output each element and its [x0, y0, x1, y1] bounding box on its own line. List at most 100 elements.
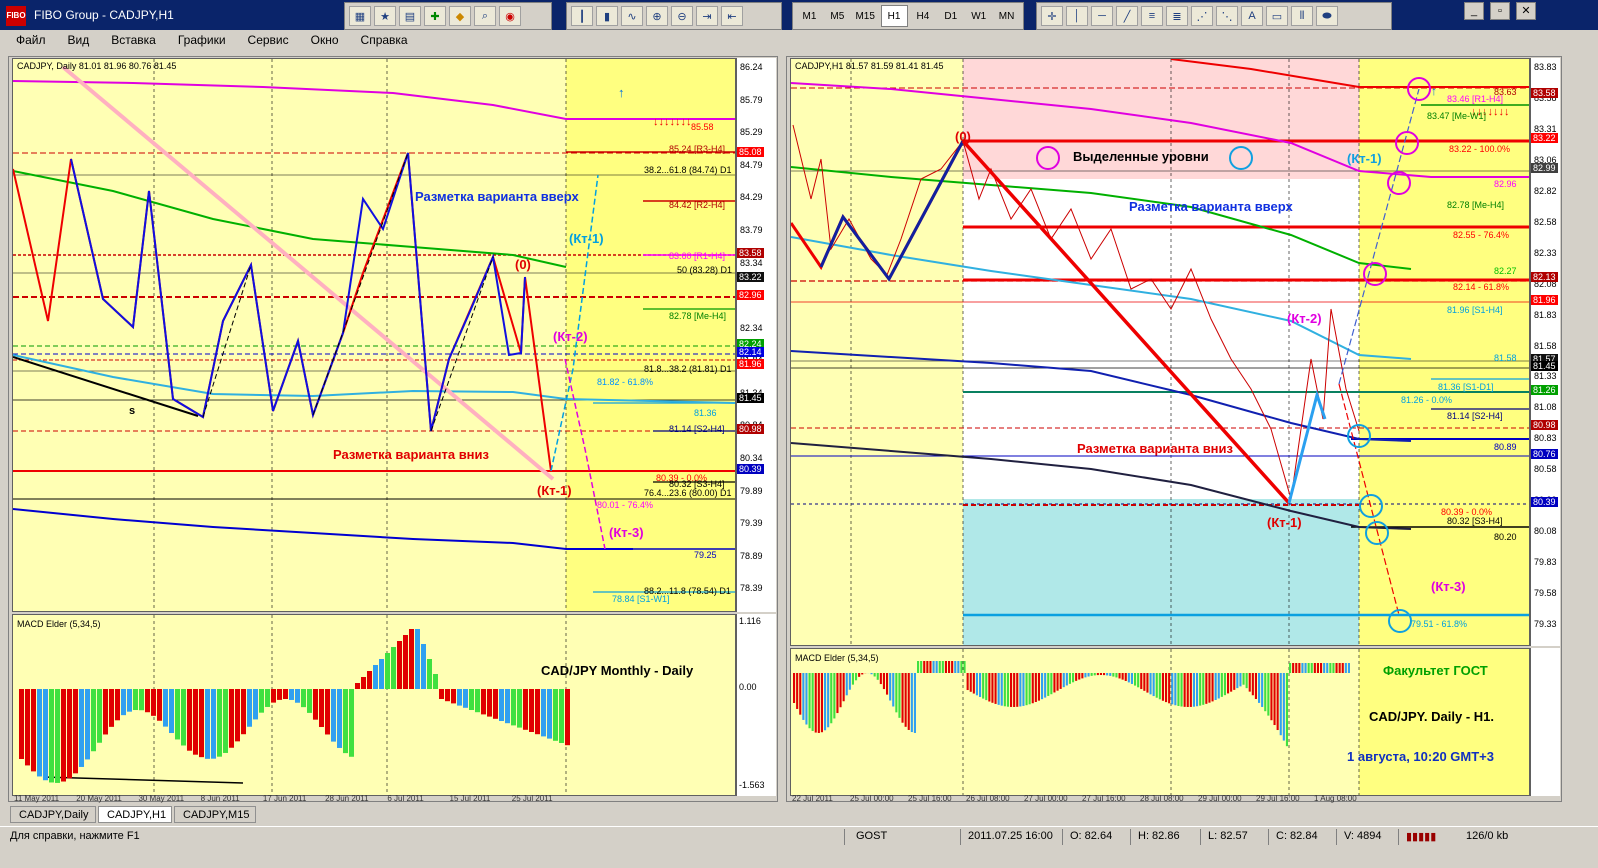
- macd-bar: [1099, 673, 1102, 676]
- macd-bar: [271, 689, 276, 703]
- macd-bar: [820, 673, 823, 733]
- macd-bar: [349, 689, 354, 757]
- macd-bar: [283, 689, 288, 700]
- new-order-icon[interactable]: ✚: [424, 6, 446, 26]
- timeframe-h1[interactable]: H1: [880, 5, 908, 27]
- chart-shift-icon[interactable]: ⇤: [721, 6, 743, 26]
- autoscroll-icon[interactable]: ⇥: [696, 6, 718, 26]
- macd-bar: [1205, 673, 1208, 704]
- horizontal-line-icon[interactable]: ─: [1091, 6, 1113, 26]
- timeframe-m15[interactable]: M15: [853, 6, 878, 26]
- minimize-icon[interactable]: _: [1464, 2, 1484, 20]
- line-chart-icon[interactable]: ∿: [621, 6, 643, 26]
- macd-bar: [1124, 673, 1127, 681]
- expert-advisors-icon[interactable]: ◆: [449, 6, 471, 26]
- level-label: 81.36: [694, 408, 717, 418]
- macd-bar: [19, 689, 24, 759]
- macd-bar: [988, 673, 991, 702]
- trendline-icon[interactable]: ╱: [1116, 6, 1138, 26]
- macd-bar: [277, 689, 282, 700]
- macd-bar: [855, 673, 858, 681]
- menu-view[interactable]: Вид: [68, 33, 90, 47]
- menu-help[interactable]: Справка: [361, 33, 408, 47]
- right-price-chart[interactable]: ↑ ↓↓↓↓↓↓↓ CADJPY,H1 81.57 81.59 81.41 81…: [790, 58, 1530, 646]
- macd-bar: [1050, 673, 1053, 695]
- level-label: 80.32 [S3-H4]: [1447, 516, 1503, 526]
- profiles-icon[interactable]: ★: [374, 6, 396, 26]
- macd-bar: [944, 661, 947, 673]
- status-profile: GOST: [856, 830, 888, 842]
- fibo-fan-icon[interactable]: ⋱: [1216, 6, 1238, 26]
- menu-window[interactable]: Окно: [311, 33, 339, 47]
- tab-cadjpy-h1[interactable]: CADJPY,H1: [98, 806, 172, 823]
- level-label: 82.27: [1494, 266, 1517, 276]
- macd-bar: [1022, 673, 1025, 706]
- level-label: 81.36 [S1-D1]: [1438, 382, 1494, 392]
- timeframe-d1[interactable]: D1: [938, 6, 963, 26]
- macd-bar: [898, 673, 901, 718]
- restore-icon[interactable]: ▫: [1490, 2, 1510, 20]
- price-tick: 80.34: [740, 453, 763, 464]
- market-watch-icon[interactable]: ▤: [399, 6, 421, 26]
- tab-cadjpy-m15[interactable]: CADJPY,M15: [174, 806, 256, 823]
- menu-insert[interactable]: Вставка: [111, 33, 156, 47]
- zoom-out-icon[interactable]: ⊖: [671, 6, 693, 26]
- macd-bar: [1171, 673, 1174, 705]
- navigator-icon[interactable]: ⌕: [474, 6, 496, 26]
- close-icon[interactable]: ✕: [1516, 2, 1536, 20]
- text-icon[interactable]: A: [1241, 6, 1263, 26]
- macd-bar: [966, 673, 969, 691]
- time-tick: 28 Jun 2011: [325, 794, 369, 803]
- status-high: H: 82.86: [1138, 830, 1180, 842]
- vertical-line-icon[interactable]: │: [1066, 6, 1088, 26]
- menu-charts[interactable]: Графики: [178, 33, 226, 47]
- zoom-in-icon[interactable]: ⊕: [646, 6, 668, 26]
- timeframe-w1[interactable]: W1: [966, 6, 991, 26]
- timeframe-m1[interactable]: M1: [797, 6, 822, 26]
- gann-icon[interactable]: ⋰: [1191, 6, 1213, 26]
- candlestick-icon[interactable]: ▮: [596, 6, 618, 26]
- tab-cadjpy-daily[interactable]: CADJPY,Daily: [10, 806, 96, 823]
- macd-bar: [895, 673, 898, 713]
- new-chart-icon[interactable]: ▦: [349, 6, 371, 26]
- menu-file[interactable]: Файл: [16, 33, 46, 47]
- macd-bar: [873, 673, 876, 677]
- label-icon[interactable]: ▭: [1266, 6, 1288, 26]
- macd-bar: [793, 673, 796, 703]
- price-highlight: 81.45: [1531, 361, 1558, 371]
- price-tick: 79.83: [1534, 557, 1557, 568]
- price-tick: 79.58: [1534, 588, 1557, 599]
- timeframe-mn[interactable]: MN: [994, 6, 1019, 26]
- macd-bar: [1078, 673, 1081, 680]
- bar-chart-icon[interactable]: ┃: [571, 6, 593, 26]
- fibo-time-icon[interactable]: ⫴: [1291, 6, 1313, 26]
- macd-bar: [451, 689, 456, 704]
- timeframe-h4[interactable]: H4: [911, 6, 936, 26]
- macd-bar: [235, 689, 240, 742]
- right-price-axis[interactable]: 83.8383.5883.3183.0682.8282.5882.3382.08…: [1530, 58, 1560, 646]
- price-highlight: 85.08: [737, 147, 764, 157]
- left-price-axis[interactable]: 86.2485.7985.2984.7984.2983.7983.3482.84…: [736, 58, 776, 612]
- timeframe-m5[interactable]: M5: [825, 6, 850, 26]
- date-caption: 1 августа, 10:20 GMT+3: [1347, 749, 1494, 764]
- markup-down-label: Разметка варианта вниз: [1077, 441, 1233, 456]
- macd-bar: [1121, 673, 1124, 680]
- menu-tools[interactable]: Сервис: [248, 33, 289, 47]
- macd-bar: [511, 689, 516, 726]
- macd-bar: [1065, 673, 1068, 686]
- macd-bar: [157, 689, 162, 721]
- right-macd-panel[interactable]: MACD Elder (5,34,5) Факультет ГОСТ CAD/J…: [790, 648, 1530, 796]
- macd-bar: [1214, 673, 1217, 700]
- macd-bar: [31, 689, 36, 772]
- macd-bar: [1251, 673, 1254, 696]
- arrows-icon[interactable]: ⬬: [1316, 6, 1338, 26]
- left-price-chart[interactable]: ↑ ↓↓↓↓↓↓↓ CADJPY, Daily 81.01 81.96 80.7…: [12, 58, 736, 612]
- terminal-icon[interactable]: ◉: [499, 6, 521, 26]
- fibo-retracement-icon[interactable]: ≣: [1166, 6, 1188, 26]
- crosshair-icon[interactable]: ✛: [1041, 6, 1063, 26]
- level-label: 80.01 - 76.4%: [597, 500, 654, 510]
- left-macd-panel[interactable]: MACD Elder (5,34,5) CAD/JPY Monthly - Da…: [12, 614, 736, 796]
- channel-icon[interactable]: ≡: [1141, 6, 1163, 26]
- time-tick: 30 May 2011: [138, 794, 185, 803]
- macd-bar: [917, 661, 920, 673]
